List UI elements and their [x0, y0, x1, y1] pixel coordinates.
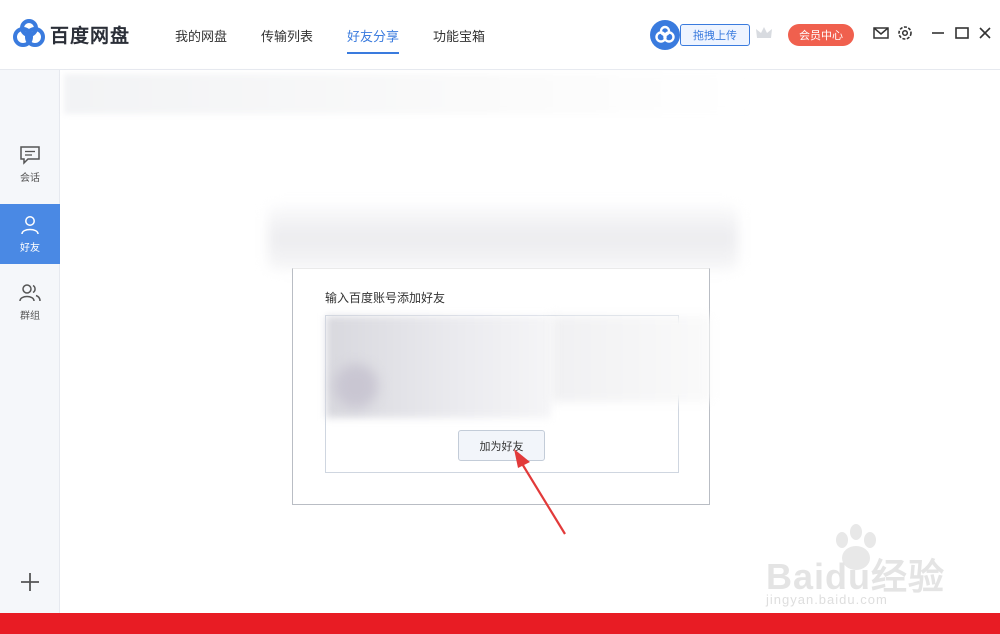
- mail-icon[interactable]: [872, 24, 890, 42]
- crown-icon[interactable]: [755, 25, 773, 41]
- baidu-netdisk-logo-icon: [13, 19, 45, 47]
- tab-toolbox[interactable]: 功能宝箱: [416, 0, 502, 70]
- vip-center-button[interactable]: 会员中心: [788, 24, 854, 46]
- drag-upload-button[interactable]: 拖拽上传: [680, 24, 750, 46]
- upload-cloud-icon: [650, 20, 680, 50]
- sidebar-item-label: 群组: [20, 310, 40, 322]
- tab-my-disk[interactable]: 我的网盘: [158, 0, 244, 70]
- plus-icon[interactable]: [18, 570, 42, 594]
- user-icon: [21, 215, 39, 234]
- chat-icon: [20, 145, 40, 165]
- main-nav: 我的网盘 传输列表 好友分享 功能宝箱: [158, 0, 502, 70]
- sidebar-item-label: 好友: [20, 242, 40, 254]
- app-name: 百度网盘: [50, 24, 131, 47]
- dialog-title: 输入百度账号添加好友: [325, 291, 446, 305]
- app-logo: 百度网盘: [12, 16, 142, 52]
- group-icon: [19, 283, 41, 301]
- annotation-arrow-icon: [514, 449, 566, 535]
- drag-upload-widget[interactable]: 拖拽上传: [650, 20, 750, 50]
- baidu-jingyan-watermark: Baidu经验 jingyan.baidu.com: [762, 520, 982, 610]
- tab-friend-share[interactable]: 好友分享: [330, 0, 416, 70]
- sidebar-item-friends[interactable]: 好友: [0, 204, 60, 264]
- blurred-dialog-header: [268, 205, 738, 270]
- sidebar-item-chat[interactable]: 会话: [0, 134, 60, 194]
- tab-transfer-list[interactable]: 传输列表: [244, 0, 330, 70]
- sidebar-item-label: 会话: [20, 172, 40, 184]
- blurred-content: [551, 316, 711, 402]
- bottom-banner: [0, 613, 1000, 634]
- close-icon[interactable]: [976, 24, 994, 42]
- top-bar: 百度网盘 我的网盘 传输列表 好友分享 功能宝箱 拖拽上传 会员中心: [0, 0, 1000, 70]
- blurred-avatar: [334, 364, 378, 408]
- add-friend-dialog: 输入百度账号添加好友 加为好友: [292, 268, 711, 505]
- watermark-url: jingyan.baidu.com: [766, 592, 888, 607]
- left-sidebar: 会话 好友 群组: [0, 70, 60, 613]
- blurred-content: [64, 74, 744, 114]
- sidebar-item-groups[interactable]: 群组: [0, 272, 60, 332]
- minimize-icon[interactable]: [929, 24, 947, 42]
- account-input-panel: 加为好友: [325, 315, 711, 473]
- maximize-icon[interactable]: [953, 24, 971, 42]
- settings-icon[interactable]: [896, 24, 914, 42]
